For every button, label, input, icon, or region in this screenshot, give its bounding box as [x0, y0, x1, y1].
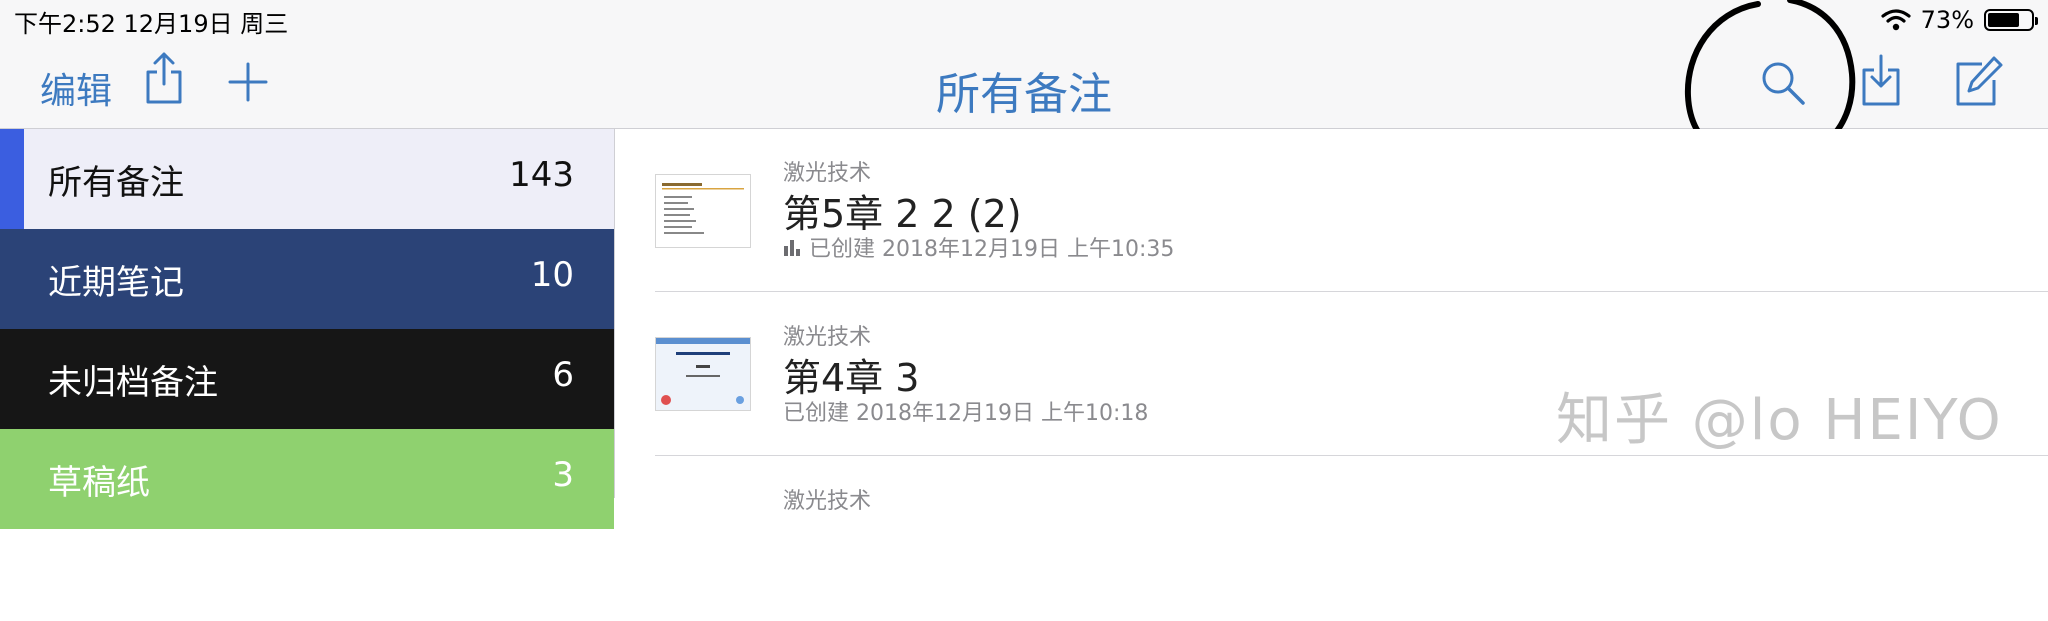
wifi-icon — [1881, 9, 1911, 31]
note-title: 第4章 3 — [783, 356, 920, 400]
share-icon[interactable] — [144, 50, 184, 106]
sidebar-item-count: 143 — [509, 155, 574, 195]
sidebar-item-count: 10 — [530, 255, 574, 295]
battery-tip — [2035, 17, 2038, 25]
sidebar-item-count: 6 — [552, 355, 574, 395]
search-icon[interactable] — [1760, 60, 1806, 106]
sidebar: 所有备注 143 近期笔记 10 未归档备注 6 草稿纸 3 — [0, 129, 615, 529]
note-list-item[interactable]: 激光技术 第5章 2 2 (2) 已创建 2018年12月19日 上午10:35 — [655, 129, 2048, 293]
sidebar-item-scratch-paper[interactable]: 草稿纸 3 — [0, 429, 614, 529]
note-created-date: 已创建 2018年12月19日 上午10:35 — [809, 237, 1175, 262]
sidebar-item-label: 所有备注 — [48, 163, 184, 203]
note-list: 激光技术 第5章 2 2 (2) 已创建 2018年12月19日 上午10:35 — [615, 129, 2048, 514]
sidebar-item-all-notes[interactable]: 所有备注 143 — [0, 129, 614, 229]
divider — [655, 291, 2048, 292]
divider — [655, 455, 2048, 456]
sidebar-item-count: 3 — [552, 455, 574, 495]
import-icon[interactable] — [1860, 52, 1902, 108]
note-notebook-name: 激光技术 — [783, 489, 872, 514]
selected-indicator — [0, 129, 24, 229]
sidebar-item-unfiled-notes[interactable]: 未归档备注 6 — [0, 329, 614, 429]
note-thumbnail — [655, 174, 751, 248]
sidebar-item-label: 未归档备注 — [48, 363, 218, 403]
note-created-date: 已创建 2018年12月19日 上午10:18 — [783, 401, 1149, 426]
edit-button[interactable]: 编辑 — [40, 62, 112, 114]
note-list-item[interactable]: 激光技术 — [655, 457, 2048, 621]
compose-icon[interactable] — [1954, 54, 2004, 108]
battery-icon — [1984, 9, 2038, 31]
battery-fill — [1988, 13, 2019, 27]
stats-icon — [784, 240, 800, 256]
battery-percent: 73% — [1920, 6, 1974, 34]
navigation-bar: 编辑 所有备注 — [0, 40, 2048, 129]
status-indicators: 73% — [1881, 4, 2038, 36]
status-time: 下午2:52 12月19日 周三 — [14, 10, 289, 38]
note-list-item[interactable]: 激光技术 第4章 3 已创建 2018年12月19日 上午10:18 — [655, 293, 2048, 457]
slide-thumbnail-image — [656, 338, 750, 410]
note-meta: 已创建 2018年12月19日 上午10:18 — [783, 395, 1148, 427]
add-icon[interactable] — [228, 62, 268, 102]
note-meta: 已创建 2018年12月19日 上午10:35 — [783, 231, 1174, 263]
sidebar-item-label: 近期笔记 — [48, 263, 184, 303]
sidebar-item-label: 草稿纸 — [48, 463, 150, 503]
note-thumbnail — [655, 337, 751, 411]
page-title: 所有备注 — [936, 69, 1112, 120]
sidebar-item-recent-notes[interactable]: 近期笔记 10 — [0, 229, 614, 329]
note-title: 第5章 2 2 (2) — [783, 192, 1022, 236]
status-bar: 下午2:52 12月19日 周三 73% — [0, 0, 2048, 40]
slide-thumbnail-image — [656, 175, 750, 247]
